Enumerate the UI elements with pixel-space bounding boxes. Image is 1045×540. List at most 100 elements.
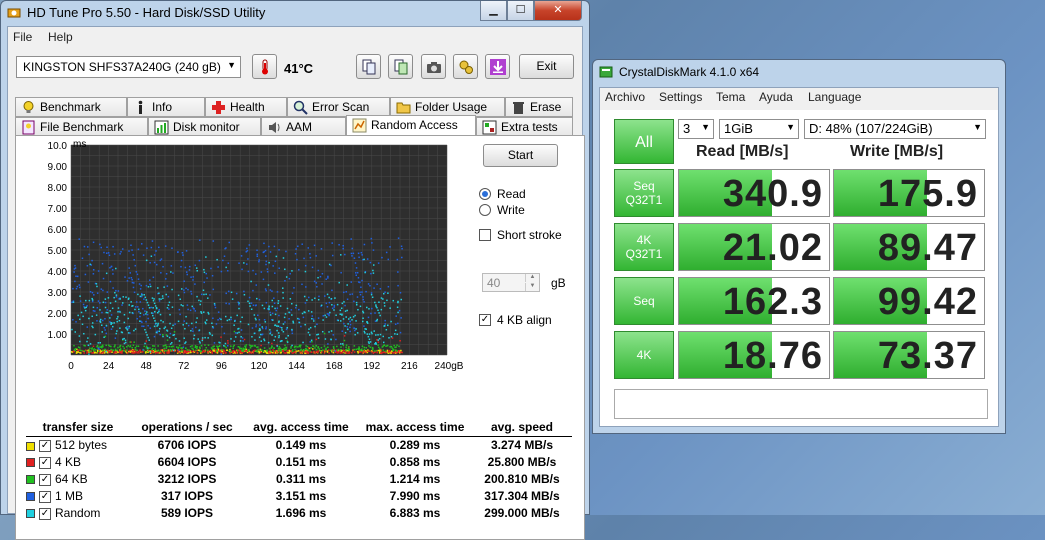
- scatter-point: [145, 345, 148, 348]
- scatter-point: [349, 316, 352, 319]
- tab-error-scan[interactable]: Error Scan: [287, 97, 390, 117]
- tab-random-access[interactable]: Random Access: [346, 115, 476, 137]
- scatter-point: [157, 311, 159, 314]
- scatter-point: [256, 253, 259, 256]
- scatter-point: [164, 245, 167, 247]
- tab-erase[interactable]: Erase: [505, 97, 573, 117]
- write-radio[interactable]: [479, 204, 491, 216]
- close-button[interactable]: ✕: [534, 1, 582, 21]
- temperature-readout: 41°C: [284, 61, 314, 76]
- tools-icon: [459, 60, 473, 74]
- cdm-menu-ayuda[interactable]: Ayuda: [759, 90, 793, 104]
- row-checkbox[interactable]: ✓: [39, 490, 51, 503]
- cdm-titlebar[interactable]: CrystalDiskMark 4.1.0 x64: [593, 60, 1005, 84]
- exit-button[interactable]: Exit: [519, 54, 574, 79]
- tab-aam[interactable]: AAM: [261, 117, 346, 137]
- scatter-point: [337, 351, 340, 354]
- scatter-point: [298, 308, 300, 311]
- scatter-point: [313, 320, 315, 322]
- scatter-point: [225, 351, 227, 354]
- scatter-point: [303, 295, 306, 298]
- scatter-point: [104, 306, 107, 309]
- scatter-point: [107, 252, 110, 254]
- screenshot-button[interactable]: [421, 54, 446, 79]
- scatter-point: [239, 347, 241, 350]
- scatter-point: [115, 351, 118, 353]
- scatter-point: [377, 339, 379, 341]
- scatter-point: [149, 262, 151, 264]
- cdm-menu-tema[interactable]: Tema: [716, 90, 745, 104]
- scatter-point: [253, 332, 256, 335]
- scatter-point: [384, 291, 386, 293]
- short-stroke-unit: gB: [551, 276, 566, 290]
- temperature-button[interactable]: [252, 54, 277, 79]
- drive-select[interactable]: KINGSTON SHFS37A240G (240 gB) ▼: [16, 56, 241, 78]
- scatter-point: [235, 352, 237, 354]
- scatter-point: [309, 341, 312, 343]
- scatter-point: [346, 325, 348, 328]
- read-radio[interactable]: [479, 188, 491, 200]
- scatter-point: [300, 352, 303, 354]
- menu-file[interactable]: File: [13, 30, 32, 44]
- write-value: 73.37: [877, 335, 978, 377]
- scatter-point: [110, 323, 112, 326]
- test-button-2[interactable]: Seq: [614, 277, 674, 325]
- start-button[interactable]: Start: [483, 144, 558, 167]
- short-stroke-spinner[interactable]: 40 ▲ ▼: [482, 273, 540, 292]
- scatter-point: [123, 321, 126, 324]
- test-button-3[interactable]: 4K: [614, 331, 674, 379]
- test-button-1[interactable]: 4K Q32T1: [614, 223, 674, 271]
- tab-folder-usage[interactable]: Folder Usage: [390, 97, 505, 117]
- save-button[interactable]: [485, 54, 510, 79]
- copy-text-button[interactable]: [356, 54, 381, 79]
- size-select[interactable]: 1GiB ▼: [719, 119, 799, 139]
- file-benchmark-icon: [22, 120, 35, 135]
- count-select[interactable]: 3 ▼: [678, 119, 714, 139]
- drive-select-cdm[interactable]: D: 48% (107/224GiB) ▼: [804, 119, 986, 139]
- row-checkbox[interactable]: ✓: [39, 456, 51, 469]
- tab-extra-tests[interactable]: Extra tests: [476, 117, 573, 137]
- menu-help[interactable]: Help: [48, 30, 73, 44]
- scatter-point: [203, 281, 206, 284]
- scatter-point: [288, 350, 291, 353]
- align-checkbox[interactable]: ✓: [479, 314, 491, 326]
- tab-file-benchmark[interactable]: File Benchmark: [15, 117, 148, 137]
- short-stroke-checkbox[interactable]: [479, 229, 491, 241]
- align-label: 4 KB align: [497, 313, 552, 327]
- scatter-point: [115, 296, 118, 298]
- scatter-point: [199, 303, 202, 306]
- all-button[interactable]: All: [614, 119, 674, 164]
- spin-down-icon[interactable]: ▼: [525, 283, 539, 291]
- scatter-point: [332, 350, 335, 352]
- scatter-point: [361, 254, 363, 256]
- scatter-point: [384, 323, 386, 325]
- row-checkbox[interactable]: ✓: [39, 473, 51, 486]
- scatter-point: [330, 264, 332, 267]
- cdm-menu-language[interactable]: Language: [808, 90, 861, 104]
- test-button-0[interactable]: Seq Q32T1: [614, 169, 674, 217]
- scatter-point: [187, 288, 189, 291]
- tab-health[interactable]: Health: [205, 97, 287, 117]
- tab-benchmark[interactable]: Benchmark: [15, 97, 127, 117]
- spin-up-icon[interactable]: ▲: [525, 274, 539, 282]
- maximize-button[interactable]: ☐: [507, 1, 534, 21]
- hdtune-titlebar[interactable]: HD Tune Pro 5.50 - Hard Disk/SSD Utility…: [1, 1, 589, 25]
- tab-disk-monitor[interactable]: Disk monitor: [148, 117, 261, 137]
- minimize-button[interactable]: ▁: [480, 1, 507, 21]
- scatter-point: [205, 322, 207, 325]
- row-checkbox[interactable]: ✓: [39, 507, 51, 520]
- row-checkbox[interactable]: ✓: [39, 440, 51, 453]
- color-swatch: [26, 475, 35, 485]
- y-tick-label: 7.00: [48, 204, 68, 215]
- scatter-point: [194, 310, 197, 312]
- cdm-menu-settings[interactable]: Settings: [659, 90, 702, 104]
- options-button[interactable]: [453, 54, 478, 79]
- comment-field[interactable]: [614, 389, 988, 419]
- copy-image-button[interactable]: [388, 54, 413, 79]
- tab-info[interactable]: Info: [127, 97, 205, 117]
- cdm-menu-archivo[interactable]: Archivo: [605, 90, 645, 104]
- scatter-point: [91, 315, 93, 318]
- scatter-point: [91, 299, 94, 301]
- scatter-point: [255, 325, 257, 328]
- scatter-point: [267, 341, 270, 344]
